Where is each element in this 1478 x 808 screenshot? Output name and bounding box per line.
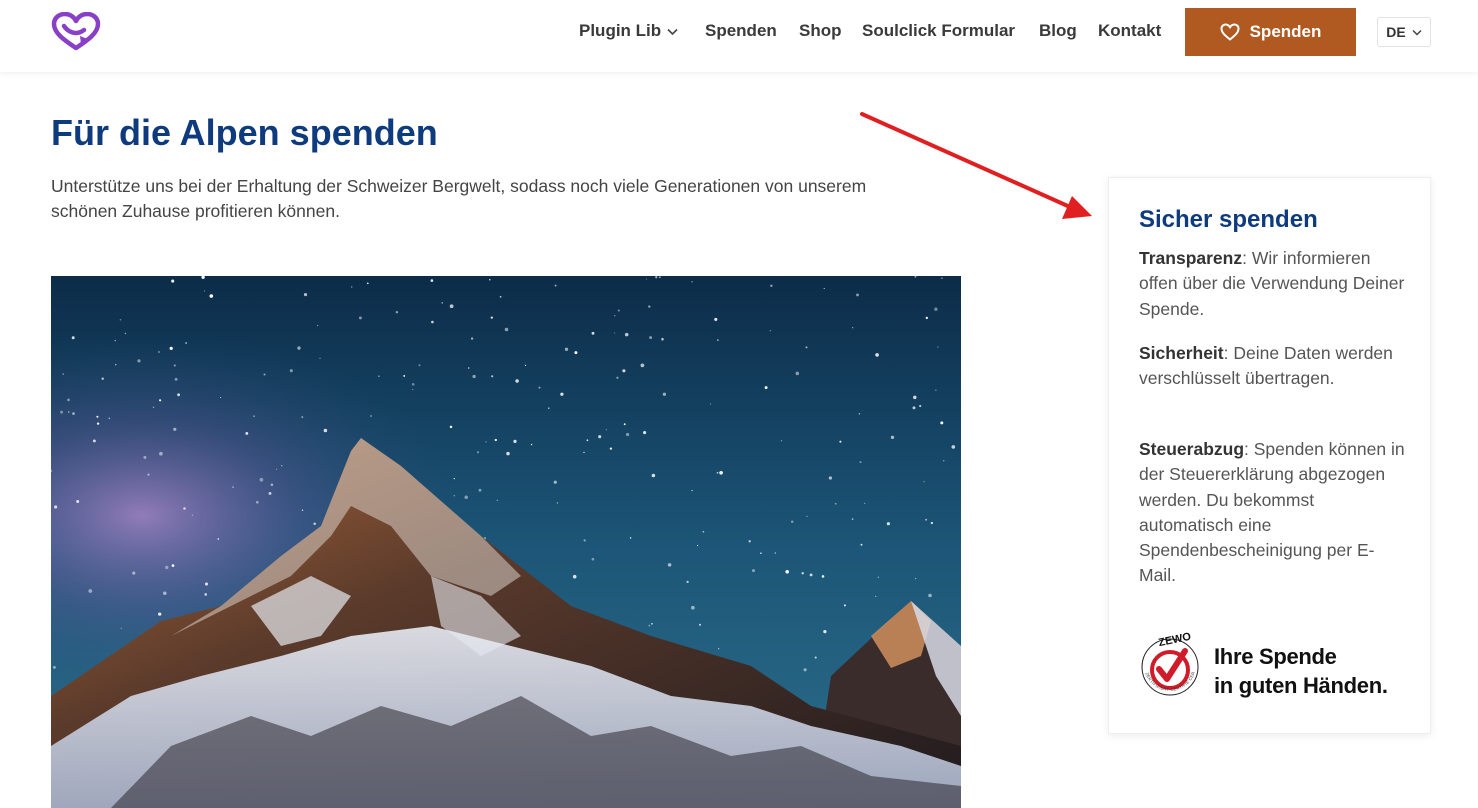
zewo-seal-icon: ZEWO ZERTIFIZIERT CERTIFIÉ CERTIFICATO (1137, 632, 1199, 696)
language-label: DE (1386, 24, 1406, 40)
donate-button-label: Spenden (1249, 22, 1322, 41)
zewo-slogan: Ihre Spende in guten Händen. (1214, 642, 1388, 700)
zewo-slogan-line1: Ihre Spende (1214, 644, 1337, 669)
intro-text: Unterstütze uns bei der Erhaltung der Sc… (51, 176, 867, 221)
tax-deduction-description: : Spenden können in der Steuererklärung … (1139, 439, 1405, 586)
chevron-down-icon (667, 28, 678, 35)
nav-kontakt[interactable]: Kontakt (1098, 21, 1161, 41)
tax-deduction-term: Steuerabzug (1139, 439, 1245, 459)
security-text: Sicherheit: Deine Daten werden verschlüs… (1139, 341, 1409, 392)
secure-donation-card: Sicher spenden Transparenz: Wir informie… (1108, 177, 1431, 734)
logo-heart-icon[interactable] (50, 12, 102, 52)
hero-image-mountain (51, 276, 961, 808)
heart-icon (1220, 23, 1240, 41)
nav-soulclick-formular[interactable]: Soulclick Formular (862, 21, 1015, 41)
page-title: Für die Alpen spenden (51, 112, 438, 153)
donate-button[interactable]: Spenden (1185, 8, 1356, 56)
nav-plugin-lib[interactable]: Plugin Lib (579, 21, 678, 41)
tax-deduction-text: Steuerabzug: Spenden können in der Steue… (1139, 437, 1409, 589)
security-term: Sicherheit (1139, 343, 1224, 363)
card-title: Sicher spenden (1139, 206, 1318, 233)
nav-blog[interactable]: Blog (1039, 21, 1077, 41)
transparency-text: Transparenz: Wir informieren offen über … (1139, 246, 1409, 322)
transparency-term: Transparenz (1139, 248, 1243, 268)
chevron-down-icon (1412, 29, 1422, 36)
language-select[interactable]: DE (1377, 17, 1431, 47)
nav-spenden[interactable]: Spenden (705, 21, 777, 41)
zewo-slogan-line2: in guten Händen. (1214, 673, 1388, 698)
site-header: Plugin Lib Spenden Shop Soulclick Formul… (0, 0, 1478, 72)
nav-shop[interactable]: Shop (799, 21, 842, 41)
zewo-badge: ZEWO ZERTIFIZIERT CERTIFIÉ CERTIFICATO I… (1137, 630, 1417, 700)
